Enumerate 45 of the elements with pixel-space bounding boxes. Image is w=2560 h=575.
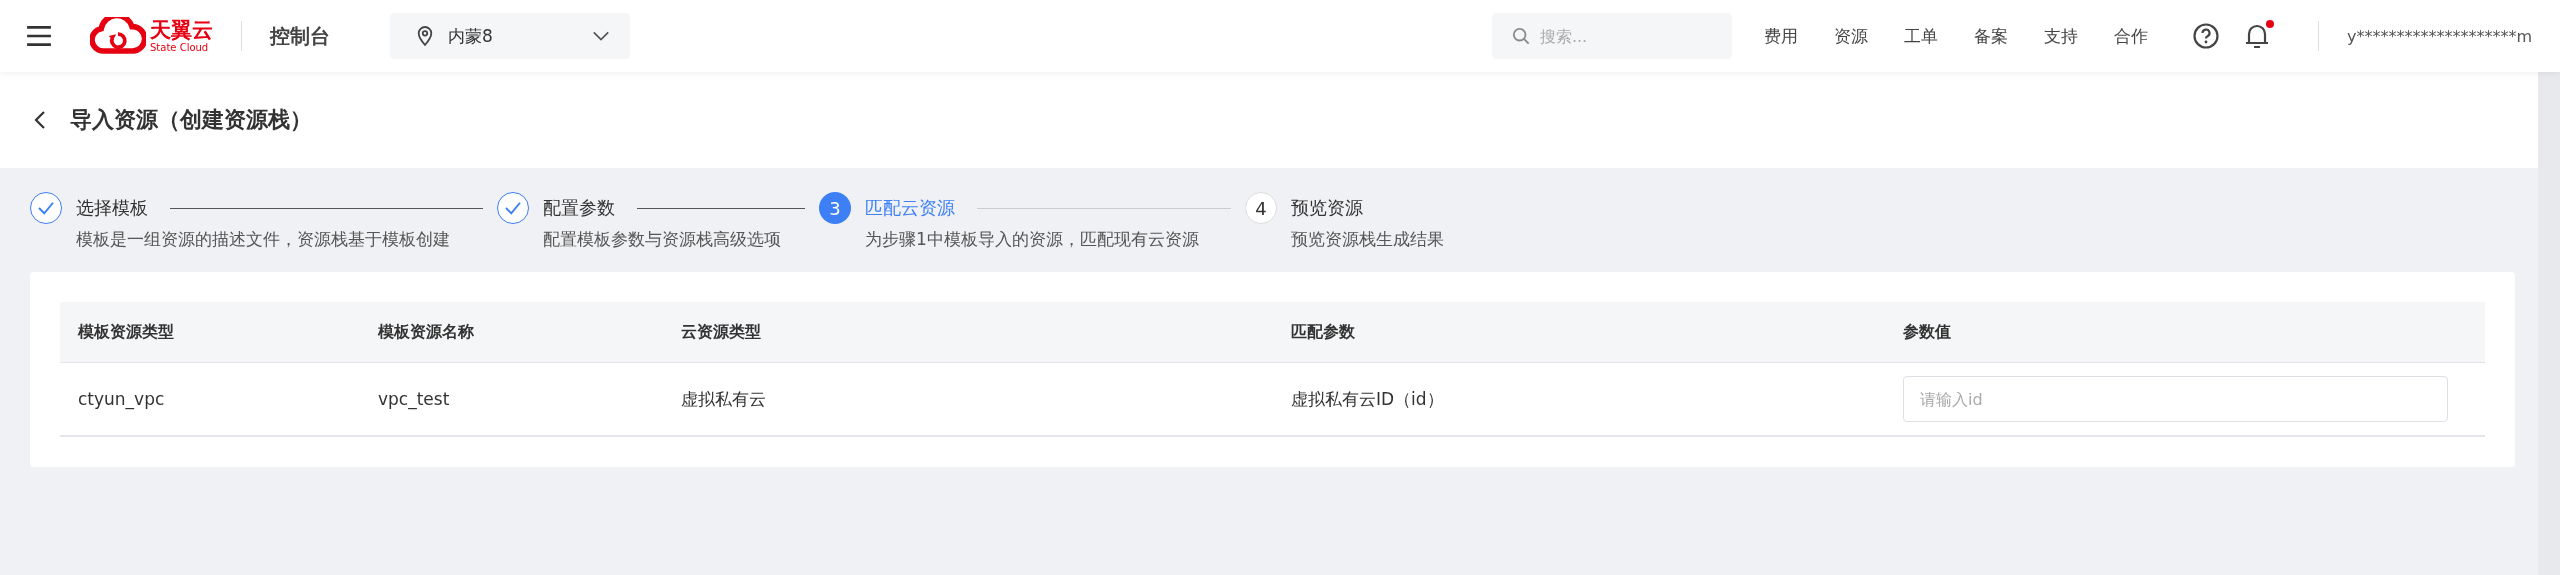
brand-subtitle: State Cloud	[150, 42, 210, 53]
menu-icon[interactable]	[26, 25, 52, 47]
user-account[interactable]: y********************m	[2346, 26, 2532, 46]
nav-link[interactable]: 备案	[1973, 24, 2008, 48]
search-input[interactable]: 搜索...	[1537, 25, 1712, 47]
step-description: 为步骤1中模板导入的资源，匹配现有云资源	[865, 228, 1200, 251]
brand-name: 天翼云	[150, 19, 213, 41]
nav-link[interactable]: 支持	[2043, 24, 2078, 48]
checkmark-icon	[504, 201, 522, 215]
nav-link[interactable]: 工单	[1903, 24, 1938, 48]
column-header: 模板资源类型	[77, 321, 175, 343]
cloud-logo-icon	[90, 17, 146, 55]
column-header: 参数值	[1902, 321, 1952, 343]
parameter-input[interactable]: 请输入id	[1903, 376, 2448, 422]
table-cell-text: vpc_test	[377, 389, 451, 409]
column-header: 云资源类型	[680, 321, 762, 343]
nav-link[interactable]: 费用	[1763, 24, 1798, 48]
step-description: 预览资源栈生成结果	[1291, 228, 1444, 251]
step-title: 预览资源	[1291, 196, 1363, 220]
step-title: 匹配云资源	[865, 196, 955, 220]
step-title: 选择模板	[76, 196, 148, 220]
notification-bell-icon[interactable]	[2243, 22, 2270, 50]
nav-link[interactable]: 资源	[1833, 24, 1868, 48]
step-description: 配置模板参数与资源栈高级选项	[543, 228, 782, 251]
table-cell-text: 虚拟私有云	[680, 387, 767, 411]
column-header: 模板资源名称	[377, 321, 475, 343]
back-icon[interactable]	[34, 110, 46, 130]
checkmark-icon	[37, 201, 55, 215]
table-cell-text: ctyun_vpc	[77, 389, 166, 409]
search-field[interactable]: 搜索...	[1491, 13, 1732, 59]
step-title: 配置参数	[543, 196, 615, 220]
help-icon[interactable]	[2191, 22, 2220, 50]
step-marker: 4	[1245, 192, 1277, 224]
nav-link[interactable]: 合作	[2113, 24, 2148, 48]
page-title: 导入资源（创建资源栈）	[70, 106, 312, 134]
scrollbar-track[interactable]	[2538, 72, 2560, 575]
table-cell-text: 虚拟私有云ID（id）	[1290, 387, 1445, 411]
search-icon	[1511, 27, 1530, 45]
region-select[interactable]: 内蒙8	[390, 13, 630, 59]
step-description: 模板是一组资源的描述文件，资源栈基于模板创建	[76, 228, 451, 251]
location-pin-icon	[416, 25, 434, 47]
console-title: 控制台	[270, 22, 330, 50]
column-header: 匹配参数	[1290, 321, 1356, 343]
step-marker: 3	[819, 192, 851, 224]
chevron-down-icon	[592, 30, 610, 42]
